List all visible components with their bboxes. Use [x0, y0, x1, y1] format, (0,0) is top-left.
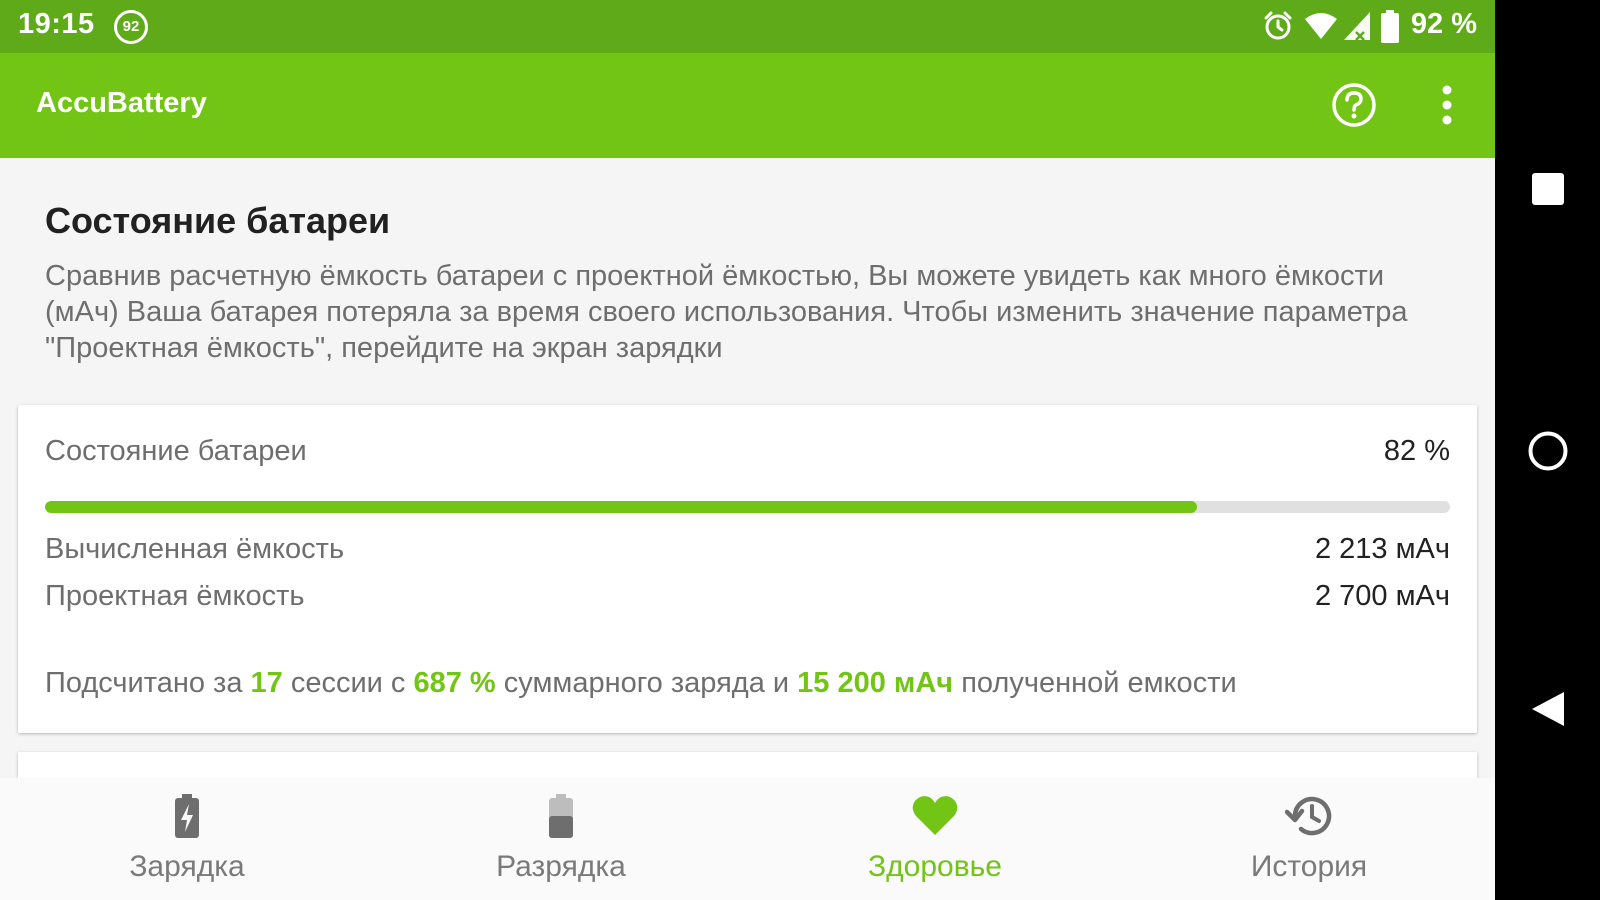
summary-part: сессии с	[282, 667, 414, 699]
health-row: Состояние батареи 82 %	[45, 435, 1450, 468]
design-capacity-row: Проектная ёмкость 2 700 мАч	[45, 580, 1450, 613]
nav-item-discharging[interactable]: Разрядка	[374, 778, 748, 900]
alarm-icon	[1264, 11, 1292, 40]
summary-part: Подсчитано за	[45, 667, 251, 699]
bottom-navigation: Зарядка Разрядка Здоровье История	[0, 778, 1495, 900]
app-title: AccuBattery	[36, 87, 207, 119]
nav-item-charging[interactable]: Зарядка	[0, 778, 374, 900]
section-description: Сравнив расчетную ёмкость батареи с прое…	[45, 260, 1408, 364]
calculated-capacity-value: 2 213 мАч	[1314, 533, 1450, 565]
app-screen: 19:15 92 92 % AccuBattery Состояние бата…	[0, 0, 1495, 900]
status-bar: 19:15 92 92 %	[0, 0, 1495, 53]
battery-charging-icon	[175, 794, 199, 838]
home-button[interactable]	[1527, 430, 1569, 472]
notification-badge: 92	[114, 10, 148, 44]
heart-icon	[912, 796, 958, 835]
calculated-capacity-label: Вычисленная ёмкость	[45, 533, 345, 565]
system-navigation-bar	[1495, 0, 1600, 900]
summary-text: Подсчитано за 17 сессии с 687 % суммарно…	[45, 667, 1237, 700]
more-vert-icon[interactable]	[1430, 81, 1464, 129]
status-time: 19:15	[18, 8, 95, 40]
nav-item-history[interactable]: История	[1122, 778, 1495, 900]
health-label: Состояние батареи	[45, 435, 307, 467]
health-progress-fill	[45, 501, 1198, 513]
nav-label: Здоровье	[868, 850, 1002, 883]
app-bar: AccuBattery	[0, 53, 1495, 158]
health-value: 82 %	[1383, 435, 1450, 467]
received-capacity: 15 200 мАч	[797, 667, 954, 699]
nav-label: Разрядка	[496, 850, 626, 883]
battery-discharging-icon	[549, 794, 573, 838]
nav-label: Зарядка	[129, 850, 245, 883]
summary-part: полученной емкости	[953, 667, 1237, 699]
design-capacity-label: Проектная ёмкость	[45, 580, 305, 612]
recents-button[interactable]	[1531, 172, 1565, 206]
total-charge: 687 %	[413, 667, 496, 699]
health-progress-bar	[45, 501, 1450, 513]
battery-icon	[1381, 10, 1399, 43]
summary-part: суммарного заряда и	[495, 667, 798, 699]
section-title: Состояние батареи	[45, 200, 391, 241]
help-icon[interactable]	[1330, 81, 1378, 129]
history-icon	[1285, 796, 1332, 836]
back-button[interactable]	[1530, 690, 1566, 728]
sessions-count: 17	[250, 667, 283, 699]
cell-signal-icon	[1344, 12, 1370, 41]
battery-health-card: Состояние батареи 82 % Вычисленная ёмкос…	[18, 405, 1477, 733]
calculated-capacity-row: Вычисленная ёмкость 2 213 мАч	[45, 533, 1450, 566]
nav-label: История	[1250, 850, 1368, 883]
nav-item-health[interactable]: Здоровье	[748, 778, 1122, 900]
design-capacity-value: 2 700 мАч	[1314, 580, 1450, 612]
battery-percent: 92 %	[1410, 8, 1477, 40]
wifi-icon	[1305, 13, 1337, 39]
